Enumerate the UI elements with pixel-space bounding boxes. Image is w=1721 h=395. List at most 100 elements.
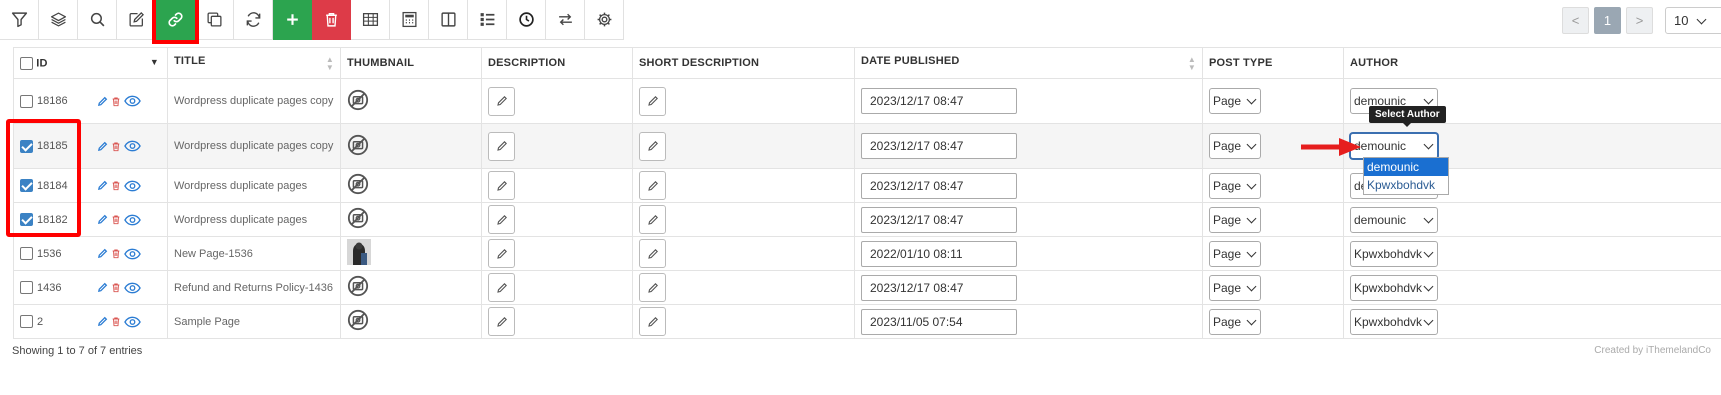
cell-thumbnail[interactable] (340, 78, 482, 124)
date-input[interactable]: 2022/01/10 08:11 (861, 240, 1017, 267)
cell-thumbnail[interactable] (340, 304, 482, 339)
author-select[interactable]: Kpwxbohdvk (1350, 240, 1438, 267)
row-delete-button[interactable] (111, 316, 121, 327)
author-option-demounic[interactable]: demounic (1364, 158, 1448, 176)
row-view-button[interactable] (124, 180, 141, 192)
row-edit-button[interactable] (97, 316, 108, 327)
row-edit-button[interactable] (97, 214, 108, 225)
row-view-button[interactable] (124, 316, 141, 328)
edit-text-button[interactable] (639, 131, 666, 161)
columns-button[interactable] (429, 0, 468, 40)
post-type-select[interactable]: Page (1209, 88, 1261, 114)
date-input[interactable]: 2023/12/17 08:47 (861, 274, 1017, 301)
settings-button[interactable] (585, 0, 624, 40)
layers-button[interactable] (39, 0, 78, 40)
delete-button[interactable] (312, 0, 351, 40)
row-edit-button[interactable] (97, 248, 108, 259)
post-type-select[interactable]: Page (1209, 240, 1261, 267)
cell-thumbnail[interactable] (340, 123, 482, 169)
edit-button[interactable] (117, 0, 156, 40)
row-edit-button[interactable] (97, 282, 108, 293)
cell-title[interactable]: Refund and Returns Policy-1436 (167, 270, 341, 305)
cell-title[interactable]: Wordpress duplicate pages copy (167, 123, 341, 169)
add-button[interactable] (273, 0, 312, 40)
page-1-button[interactable]: 1 (1594, 7, 1621, 34)
edit-text-button[interactable] (639, 307, 666, 336)
edit-text-button[interactable] (639, 86, 666, 116)
date-input[interactable]: 2023/12/17 08:47 (861, 206, 1017, 233)
post-type-select[interactable]: Page (1209, 172, 1261, 199)
duplicate-button[interactable] (195, 0, 234, 40)
next-page-button[interactable]: > (1626, 7, 1653, 34)
filter-button[interactable] (0, 0, 39, 40)
link-button[interactable] (152, 0, 199, 44)
row-delete-button[interactable] (111, 282, 121, 293)
per-page-select[interactable]: 10 (1665, 7, 1721, 34)
cell-title[interactable]: New Page-1536 (167, 236, 341, 271)
cell-thumbnail[interactable] (340, 270, 482, 305)
select-all-checkbox[interactable] (20, 56, 33, 70)
post-type-select[interactable]: Page (1209, 308, 1261, 335)
date-input[interactable]: 2023/12/17 08:47 (861, 172, 1017, 199)
list-button[interactable] (468, 0, 507, 40)
row-view-button[interactable] (124, 248, 141, 260)
cell-thumbnail[interactable] (340, 202, 482, 237)
row-view-button[interactable] (124, 140, 141, 152)
history-button[interactable] (507, 0, 546, 40)
edit-text-button[interactable] (488, 205, 515, 234)
cell-thumbnail[interactable] (340, 168, 482, 203)
row-edit-button[interactable] (97, 96, 108, 107)
cell-thumbnail[interactable] (340, 236, 482, 271)
swap-button[interactable] (546, 0, 585, 40)
author-select[interactable]: Kpwxbohdvk (1350, 274, 1438, 301)
row-delete-button[interactable] (111, 141, 121, 152)
post-type-select[interactable]: Page (1209, 133, 1261, 159)
edit-text-button[interactable] (488, 171, 515, 200)
row-edit-button[interactable] (97, 180, 108, 191)
row-checkbox[interactable] (20, 94, 33, 108)
no-image-icon (347, 275, 369, 297)
refresh-button[interactable] (234, 0, 273, 40)
header-title[interactable]: TITLE ▲ ▼ (167, 47, 341, 79)
post-type-select[interactable]: Page (1209, 206, 1261, 233)
edit-text-button[interactable] (488, 273, 515, 302)
edit-text-button[interactable] (488, 307, 515, 336)
row-checkbox[interactable] (20, 315, 33, 328)
row-delete-button[interactable] (111, 96, 121, 107)
prev-page-button[interactable]: < (1562, 7, 1589, 34)
cell-title[interactable]: Sample Page (167, 304, 341, 339)
author-option-kpwxbohdvk[interactable]: Kpwxbohdvk (1364, 176, 1448, 194)
header-date-published[interactable]: DATE PUBLISHED ▲ ▼ (854, 47, 1203, 79)
author-select[interactable]: demounic (1350, 133, 1438, 159)
row-checkbox[interactable] (20, 281, 33, 294)
search-button[interactable] (78, 0, 117, 40)
date-input[interactable]: 2023/12/17 08:47 (861, 88, 1017, 114)
table-button[interactable] (351, 0, 390, 40)
cell-title[interactable]: Wordpress duplicate pages copy (167, 78, 341, 124)
row-view-button[interactable] (124, 214, 141, 226)
edit-text-button[interactable] (639, 239, 666, 268)
row-delete-button[interactable] (111, 180, 121, 191)
row-edit-button[interactable] (97, 141, 108, 152)
author-select[interactable]: demounic (1350, 206, 1438, 233)
cell-title[interactable]: Wordpress duplicate pages (167, 202, 341, 237)
post-type-value: Page (1213, 280, 1242, 295)
author-select[interactable]: Kpwxbohdvk (1350, 308, 1438, 335)
row-delete-button[interactable] (111, 248, 121, 259)
header-id[interactable]: ID ▼ (13, 47, 168, 79)
row-delete-button[interactable] (111, 214, 121, 225)
edit-text-button[interactable] (639, 171, 666, 200)
calculator-button[interactable] (390, 0, 429, 40)
row-view-button[interactable] (124, 282, 141, 294)
edit-text-button[interactable] (639, 273, 666, 302)
edit-text-button[interactable] (488, 131, 515, 161)
edit-text-button[interactable] (488, 239, 515, 268)
row-checkbox[interactable] (20, 247, 33, 260)
edit-text-button[interactable] (488, 86, 515, 116)
cell-title[interactable]: Wordpress duplicate pages (167, 168, 341, 203)
post-type-select[interactable]: Page (1209, 274, 1261, 301)
date-input[interactable]: 2023/12/17 08:47 (861, 133, 1017, 159)
edit-text-button[interactable] (639, 205, 666, 234)
row-view-button[interactable] (124, 95, 141, 107)
date-input[interactable]: 2023/11/05 07:54 (861, 308, 1017, 335)
